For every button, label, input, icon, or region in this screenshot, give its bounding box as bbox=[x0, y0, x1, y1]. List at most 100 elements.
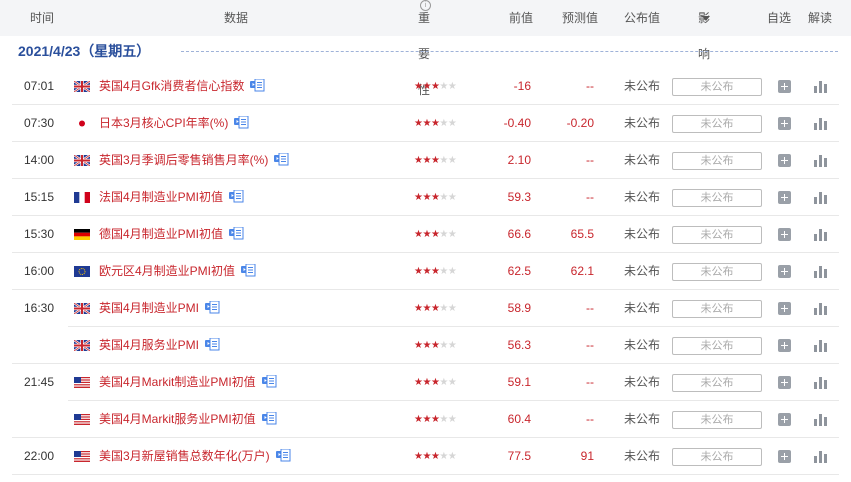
influence-box[interactable]: 未公布 bbox=[672, 226, 762, 244]
event-name-link[interactable]: 美国4月Markit服务业PMI初值 bbox=[99, 401, 277, 438]
event-row: 15:15 法国4月制造业PMI初值 ★★★★★ 59.3 -- 未公布 未公布 bbox=[0, 179, 851, 216]
star-icon: ★ bbox=[439, 266, 448, 277]
influence-box[interactable]: 未公布 bbox=[672, 374, 762, 392]
add-favorite-button[interactable] bbox=[778, 450, 791, 463]
star-icon: ★ bbox=[439, 81, 448, 92]
chart-bars-icon[interactable] bbox=[814, 80, 827, 93]
document-icon[interactable] bbox=[241, 255, 256, 277]
influence-box[interactable]: 未公布 bbox=[672, 78, 762, 96]
event-name-link[interactable]: 英国3月季调后零售销售月率(%) bbox=[99, 142, 289, 179]
actual-value: 未公布 bbox=[624, 449, 661, 463]
event-name[interactable]: 美国3月新屋销售总数年化(万户) bbox=[99, 449, 270, 463]
influence-box[interactable]: 未公布 bbox=[672, 189, 762, 207]
document-icon[interactable] bbox=[250, 70, 265, 92]
event-name[interactable]: 美国4月Markit制造业PMI初值 bbox=[99, 375, 256, 389]
influence-box[interactable]: 未公布 bbox=[672, 263, 762, 281]
chart-bars-icon[interactable] bbox=[814, 413, 827, 426]
star-icon: ★ bbox=[422, 451, 431, 462]
chart-bars-icon[interactable] bbox=[814, 117, 827, 130]
add-favorite-button[interactable] bbox=[778, 154, 791, 167]
previous-value: 66.6 bbox=[507, 227, 531, 241]
chart-bars-icon[interactable] bbox=[814, 191, 827, 204]
event-name-link[interactable]: 美国4月Markit制造业PMI初值 bbox=[99, 364, 277, 401]
add-favorite-button[interactable] bbox=[778, 228, 791, 241]
document-icon[interactable] bbox=[205, 329, 220, 351]
add-favorite-button[interactable] bbox=[778, 117, 791, 130]
event-name-link[interactable]: 美国3月新屋销售总数年化(万户) bbox=[99, 438, 291, 475]
document-icon[interactable] bbox=[229, 181, 244, 203]
actual-value: 未公布 bbox=[624, 153, 661, 167]
event-time: 16:00 bbox=[24, 264, 55, 278]
actual-value: 未公布 bbox=[624, 338, 661, 352]
importance-stars: ★★★★★ bbox=[414, 290, 457, 327]
document-icon[interactable] bbox=[234, 107, 249, 129]
document-icon[interactable] bbox=[261, 403, 277, 425]
event-name-link[interactable]: 德国4月制造业PMI初值 bbox=[99, 216, 244, 253]
event-name[interactable]: 法国4月制造业PMI初值 bbox=[99, 190, 223, 204]
event-name-link[interactable]: 英国4月制造业PMI bbox=[99, 290, 220, 327]
document-icon[interactable] bbox=[261, 366, 277, 388]
forecast-value: -- bbox=[586, 301, 594, 315]
event-name[interactable]: 英国3月季调后零售销售月率(%) bbox=[99, 153, 268, 167]
star-icon: ★ bbox=[447, 155, 457, 166]
event-name[interactable]: 日本3月核心CPI年率(%) bbox=[99, 116, 228, 130]
header-actual: 公布值 bbox=[624, 11, 661, 25]
event-name[interactable]: 美国4月Markit服务业PMI初值 bbox=[99, 412, 256, 426]
previous-value: 59.1 bbox=[507, 375, 531, 389]
chart-bars-icon[interactable] bbox=[814, 450, 827, 463]
add-favorite-button[interactable] bbox=[778, 191, 791, 204]
add-favorite-button[interactable] bbox=[778, 302, 791, 315]
event-name[interactable]: 英国4月Gfk消费者信心指数 bbox=[99, 79, 244, 93]
event-row: 美国4月Markit服务业PMI初值 ★★★★★ 60.4 -- 未公布 未公布 bbox=[0, 401, 851, 438]
header-influence[interactable]: 影响 bbox=[698, 0, 710, 61]
document-icon[interactable] bbox=[275, 440, 291, 462]
event-name-link[interactable]: 英国4月服务业PMI bbox=[99, 327, 220, 364]
chart-bars-icon[interactable] bbox=[814, 302, 827, 315]
forecast-value: -- bbox=[586, 190, 594, 204]
influence-box[interactable]: 未公布 bbox=[672, 411, 762, 429]
star-icon: ★ bbox=[447, 118, 457, 129]
header-previous: 前值 bbox=[509, 11, 534, 25]
event-name-link[interactable]: 日本3月核心CPI年率(%) bbox=[99, 105, 249, 142]
influence-box[interactable]: 未公布 bbox=[672, 300, 762, 318]
chart-bars-icon[interactable] bbox=[814, 154, 827, 167]
document-icon[interactable] bbox=[205, 292, 220, 314]
star-icon: ★ bbox=[439, 414, 448, 425]
event-name-link[interactable]: 欧元区4月制造业PMI初值 bbox=[99, 253, 256, 290]
chart-bars-icon[interactable] bbox=[814, 228, 827, 241]
forecast-value: -- bbox=[586, 79, 594, 93]
info-icon[interactable]: i bbox=[420, 0, 431, 11]
add-favorite-button[interactable] bbox=[778, 413, 791, 426]
document-icon[interactable] bbox=[274, 144, 289, 166]
actual-value: 未公布 bbox=[624, 227, 661, 241]
event-name[interactable]: 英国4月制造业PMI bbox=[99, 301, 199, 315]
star-icon: ★ bbox=[447, 229, 457, 240]
document-icon[interactable] bbox=[229, 218, 244, 240]
event-name-link[interactable]: 英国4月Gfk消费者信心指数 bbox=[99, 68, 265, 105]
event-name[interactable]: 英国4月服务业PMI bbox=[99, 338, 199, 352]
event-name[interactable]: 欧元区4月制造业PMI初值 bbox=[99, 264, 235, 278]
chart-bars-icon[interactable] bbox=[814, 376, 827, 389]
event-time: 15:15 bbox=[24, 190, 55, 204]
previous-value: 60.4 bbox=[507, 412, 531, 426]
importance-stars: ★★★★★ bbox=[414, 364, 457, 401]
date-label: 2021/4/23（星期五） bbox=[18, 43, 151, 59]
chart-bars-icon[interactable] bbox=[814, 339, 827, 352]
influence-box[interactable]: 未公布 bbox=[672, 448, 762, 466]
add-favorite-button[interactable] bbox=[778, 80, 791, 93]
chart-bars-icon[interactable] bbox=[814, 265, 827, 278]
influence-box[interactable]: 未公布 bbox=[672, 152, 762, 170]
event-name[interactable]: 德国4月制造业PMI初值 bbox=[99, 227, 223, 241]
star-icon: ★ bbox=[422, 81, 431, 92]
star-icon: ★ bbox=[422, 303, 431, 314]
influence-box[interactable]: 未公布 bbox=[672, 115, 762, 133]
add-favorite-button[interactable] bbox=[778, 339, 791, 352]
add-favorite-button[interactable] bbox=[778, 265, 791, 278]
event-name-link[interactable]: 法国4月制造业PMI初值 bbox=[99, 179, 244, 216]
header-interpret: 解读 bbox=[808, 11, 833, 25]
add-favorite-button[interactable] bbox=[778, 376, 791, 389]
event-time: 16:30 bbox=[24, 301, 55, 315]
influence-box[interactable]: 未公布 bbox=[672, 337, 762, 355]
star-icon: ★ bbox=[439, 377, 448, 388]
previous-value: 62.5 bbox=[507, 264, 531, 278]
